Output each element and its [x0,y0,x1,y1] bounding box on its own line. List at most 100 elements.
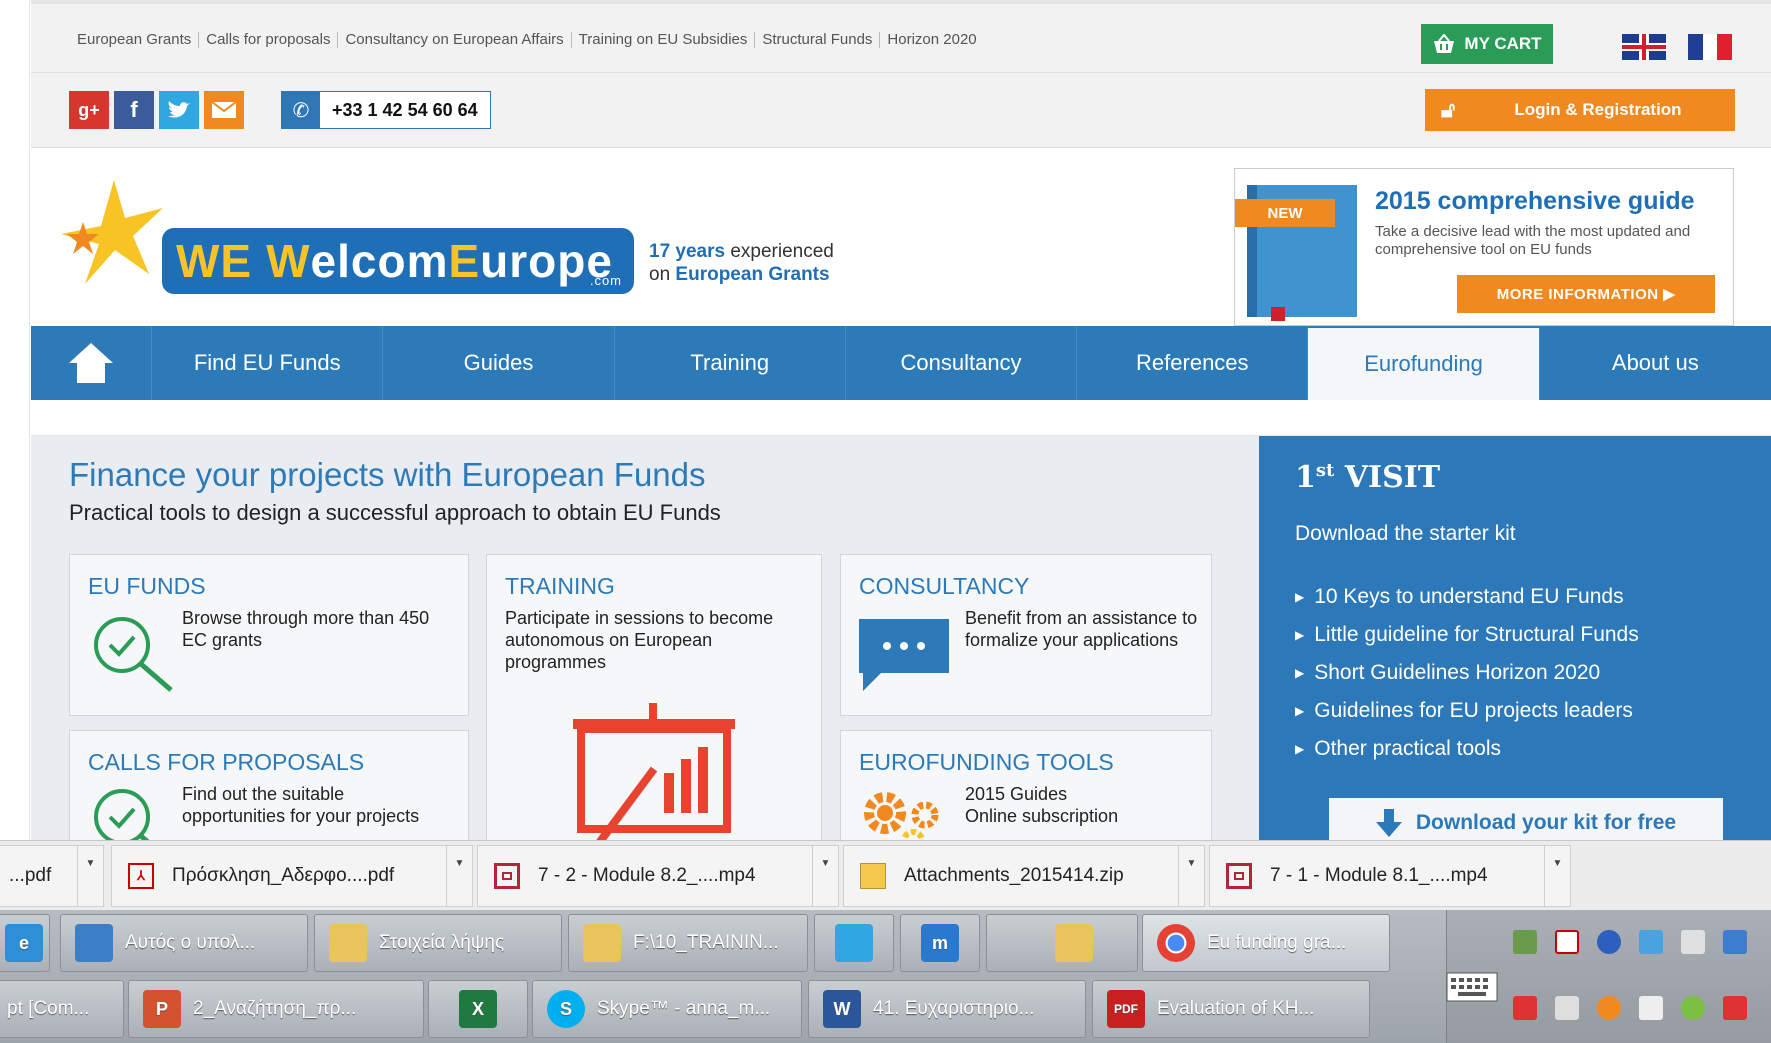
list-item-label: Little guideline for Structural Funds [1314,623,1639,646]
chevron-down-icon[interactable]: ▼ [446,846,472,906]
card-eurofunding-tools[interactable]: EUROFUNDING TOOLS 2015 Guides Online sub… [840,730,1212,840]
uk-flag-icon[interactable] [1622,34,1666,60]
updates-icon[interactable] [1597,996,1621,1020]
list-item-label: Other practical tools [1314,737,1501,760]
nav-training[interactable]: Training [615,326,846,400]
taskbar-excel-button[interactable]: X [428,980,528,1038]
screen: European Grants Calls for proposals Cons… [0,0,1771,1043]
taskbar-computer-button[interactable]: Αυτός ο υπολ... [60,914,308,972]
browser-page: European Grants Calls for proposals Cons… [31,0,1771,840]
top-link-calls[interactable]: Calls for proposals [199,32,339,48]
card-eu-funds-title: EU FUNDS [88,573,206,599]
alert-icon[interactable] [1513,996,1537,1020]
chevron-down-icon[interactable]: ▼ [77,846,103,906]
taskbar-word-button[interactable]: W 41. Ευχαριστηριο... [808,980,1086,1038]
nav-references[interactable]: References [1077,326,1309,400]
action-center-flag-icon[interactable] [1723,996,1747,1020]
triangle-icon: ▶ [1295,742,1305,756]
computer-icon [75,924,113,962]
chevron-down-icon[interactable]: ▼ [1544,846,1570,906]
logo-w: W [266,235,311,287]
top-link-structural-funds[interactable]: Structural Funds [755,32,881,48]
tagline-grants: European Grants [675,264,830,285]
chevron-down-icon[interactable]: ▼ [812,846,838,906]
download-item[interactable]: 7 - 2 - Module 8.2_....mp4 ▼ [477,845,839,907]
card-calls-text: Find out the suitable opportunities for … [182,784,420,826]
login-registration-button[interactable]: 🔓︎ Login & Registration [1425,89,1735,131]
taskbar-maxthon-button[interactable]: m [900,914,980,972]
nav-guides[interactable]: Guides [383,326,615,400]
card-training-title: TRAINING [505,573,615,599]
pdf-icon: PDF [1107,990,1145,1028]
list-item[interactable]: ▶ Other practical tools [1295,730,1639,768]
taskbar-chrome-button[interactable]: Eu funding gra... [1142,914,1390,972]
top-link-european-grants[interactable]: European Grants [77,32,200,48]
powerpoint-icon: P [143,990,181,1028]
taskbar-label: Evaluation of KH... [1157,998,1315,1019]
taskbar-downloads-folder-button[interactable]: Στοιχεία λήψης [314,914,562,972]
card-consultancy[interactable]: CONSULTANCY Benefit from an assistance t… [840,554,1212,716]
twitter-icon[interactable] [159,91,199,129]
taskbar-label: Eu funding gra... [1207,932,1347,953]
download-item[interactable]: ⅄ Πρόσκληση_Αδερφο....pdf ▼ [111,845,473,907]
pdf-tray-icon[interactable] [1555,930,1579,954]
monitor-icon[interactable] [1555,996,1579,1020]
email-icon[interactable] [204,91,244,129]
phone-icon: ✆ [282,92,320,128]
security-icon[interactable] [1513,930,1537,954]
bluetooth-icon[interactable] [1597,930,1621,954]
taskbar-powerpoint-button[interactable]: P 2_Αναζήτηση_πρ... [128,980,424,1038]
nav-find-eu-funds[interactable]: Find EU Funds [152,326,384,400]
taskbar-pdf-button[interactable]: PDF Evaluation of KH... [1092,980,1370,1038]
power-icon[interactable] [1639,996,1663,1020]
taskbar-skype-button[interactable]: S Skype™ - anna_m... [532,980,802,1038]
download-filename: 7 - 2 - Module 8.2_....mp4 [538,865,756,886]
display-icon[interactable] [1723,930,1747,954]
phone-box[interactable]: ✆ +33 1 42 54 60 64 [281,91,491,129]
my-cart-button[interactable]: MY CART [1421,24,1553,64]
list-item[interactable]: ▶ Short Guidelines Horizon 2020 [1295,654,1639,692]
top-link-horizon[interactable]: Horizon 2020 [880,32,983,48]
folder-icon [1055,924,1093,962]
keyboard-icon[interactable] [1446,972,1498,1002]
nav-consultancy[interactable]: Consultancy [846,326,1078,400]
list-item[interactable]: ▶ 10 Keys to understand EU Funds [1295,578,1639,616]
taskbar-ie-button[interactable]: e [0,914,50,972]
download-item[interactable]: Attachments_2015414.zip ▼ [843,845,1205,907]
site-logo[interactable]: WE Welcom Europe .com [162,228,634,294]
check-icon[interactable] [1681,996,1705,1020]
download-item[interactable]: ...pdf ▼ [0,845,104,907]
download-arrow-icon [1375,809,1402,837]
card-eu-funds[interactable]: EU FUNDS Browse through more than 450 EC… [69,554,469,716]
download-kit-button[interactable]: Download your kit for free [1329,798,1723,840]
google-plus-icon[interactable]: g+ [69,91,109,129]
list-item[interactable]: ▶ Little guideline for Structural Funds [1295,616,1639,654]
speech-bubble-icon [859,619,949,691]
chevron-down-icon[interactable]: ▼ [1178,846,1204,906]
taskbar-training-folder-button[interactable]: F:\10_TRAININ... [568,914,808,972]
card-calls-title: CALLS FOR PROPOSALS [88,749,365,775]
skype-icon: S [547,990,585,1028]
taskbar-explorer-button[interactable] [986,914,1138,972]
guide-promo[interactable]: NEW 2015 comprehensive guide Take a deci… [1234,168,1734,326]
nav-eurofunding[interactable]: Eurofunding [1308,326,1540,400]
main-content: Finance your projects with European Fund… [31,436,1771,840]
card-calls-for-proposals[interactable]: CALLS FOR PROPOSALS Find out the suitabl… [69,730,469,840]
list-item[interactable]: ▶ Guidelines for EU projects leaders [1295,692,1639,730]
windows-taskbar: e Αυτός ο υπολ... Στοιχεία λήψης F:\10_T… [0,910,1771,1043]
network-icon[interactable] [1639,930,1663,954]
top-link-training[interactable]: Training on EU Subsidies [572,32,756,48]
taskbar-label: pt [Com... [7,998,90,1019]
lock-icon: 🔓︎ [1440,97,1456,122]
facebook-icon[interactable]: f [114,91,154,129]
nav-about-us[interactable]: About us [1540,326,1771,400]
fr-flag-icon[interactable] [1688,34,1733,60]
taskbar-doc-button[interactable]: pt [Com... [0,980,124,1038]
nav-home[interactable] [31,326,153,400]
more-information-button[interactable]: MORE INFORMATION ▶ [1457,275,1715,313]
volume-icon[interactable] [1681,930,1705,954]
card-training[interactable]: TRAINING Participate in sessions to beco… [486,554,822,840]
top-link-consultancy[interactable]: Consultancy on European Affairs [338,32,572,48]
download-item[interactable]: 7 - 1 - Module 8.1_....mp4 ▼ [1209,845,1571,907]
taskbar-store-button[interactable] [814,914,894,972]
